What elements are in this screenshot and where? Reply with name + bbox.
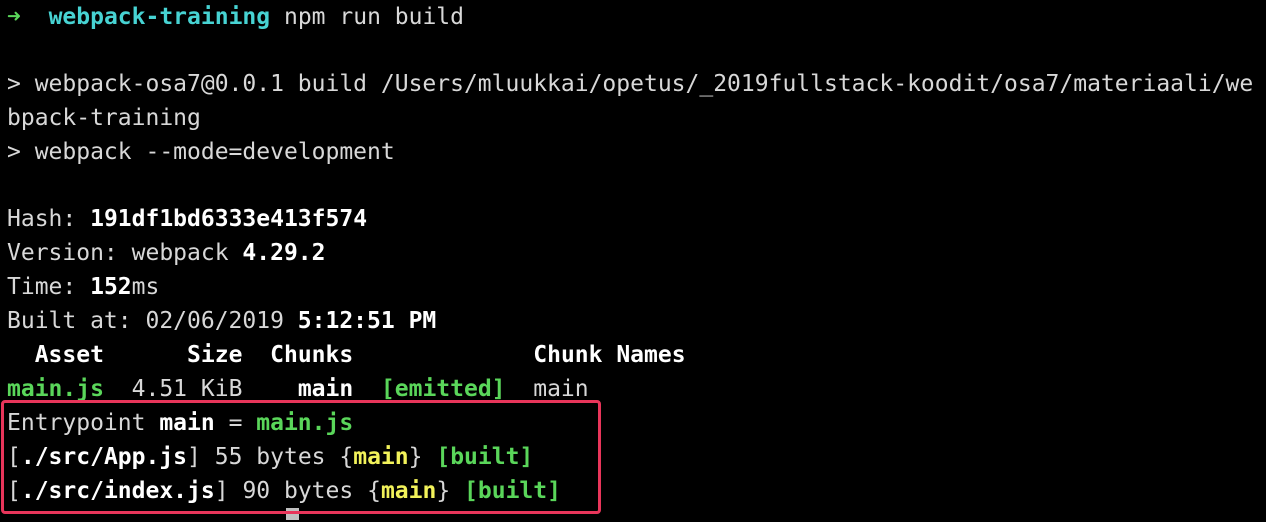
highlight-box [1,400,601,514]
prompt-command: npm run build [283,4,464,30]
npm-script-line: > webpack-osa7@0.0.1 build /Users/mluukk… [7,71,1254,97]
built-at-line: Built at: 02/06/2019 5:12:51 PM [7,304,436,338]
npm-webpack-line: > webpack --mode=development [7,139,395,165]
hash-value: 191df1bd6333e413f574 [90,206,368,232]
prompt-directory: webpack-training [48,4,271,30]
asset-name: main.js [7,376,104,402]
version-value: 4.29.2 [242,240,326,266]
built-at-label: Built at: 02/06/2019 [7,308,298,334]
version-line: Version: webpack 4.29.2 [7,236,326,270]
npm-script-line-wrap: bpack-training [7,105,201,131]
time-line: Time: 152ms [7,270,159,304]
asset-chunk-names: main [533,376,589,402]
prompt-arrow-icon: ➜ [7,4,21,30]
asset-table-header: Asset Size Chunks Chunk Names [7,338,686,372]
version-label: Version: webpack [7,240,243,266]
hash-line: Hash: 191df1bd6333e413f574 [7,202,367,236]
built-at-time: 5:12:51 PM [297,308,437,334]
asset-size: 4.51 KiB [131,376,243,402]
time-value: 152 [90,274,132,300]
asset-chunks: main [297,376,354,402]
prompt-line: ➜ webpack-training npm run build [7,0,464,34]
time-unit: ms [131,274,160,300]
terminal-window[interactable]: ➜ webpack-training npm run build > webpa… [0,0,1266,522]
hash-label: Hash: [7,206,91,232]
header-chunk-names: Chunk Names [533,342,686,368]
header-chunks: Chunks [270,342,354,368]
header-asset: Asset [34,342,104,368]
time-label: Time: [7,274,91,300]
asset-status: [emitted] [380,376,506,402]
header-size: Size [187,342,243,368]
